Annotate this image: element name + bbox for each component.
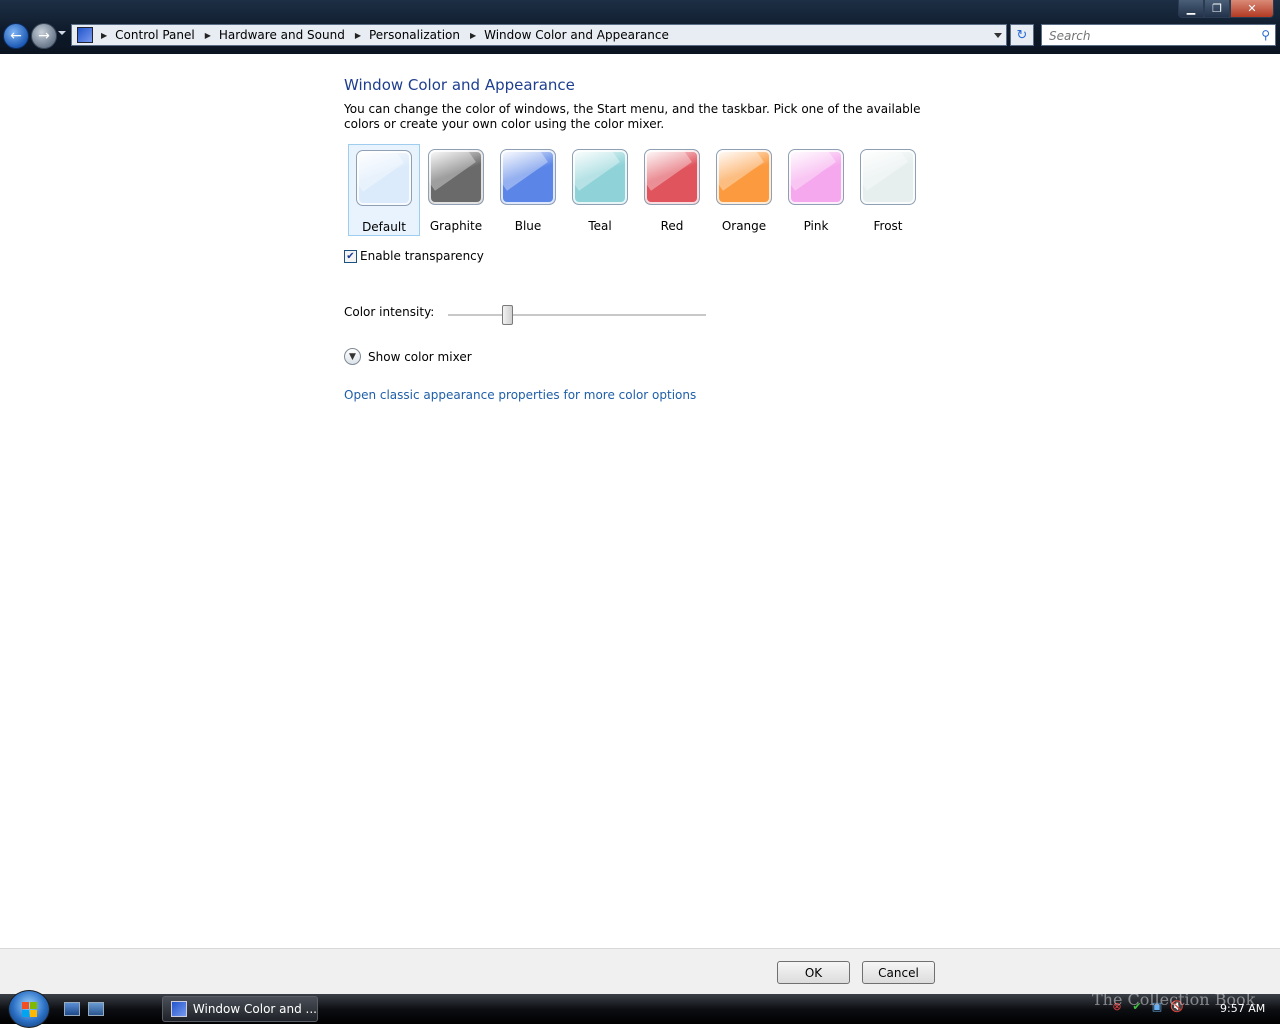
swatch-label: Frost [873, 219, 903, 233]
page-title: Window Color and Appearance [344, 76, 575, 94]
swatch-label: Blue [514, 219, 542, 233]
arrow-right-icon: → [38, 28, 50, 44]
refresh-button[interactable]: ↻ [1010, 24, 1034, 46]
refresh-icon: ↻ [1016, 27, 1028, 43]
color-mixer-toggle[interactable]: ▼ Show color mixer [344, 348, 472, 365]
swatch-label: Default [362, 220, 406, 234]
watermark: The Collection Book [1092, 990, 1256, 1009]
taskbar-window-label: Window Color and ... [192, 1002, 317, 1016]
search-icon[interactable]: ⚲ [1261, 28, 1270, 42]
page-description: You can change the color of windows, the… [344, 102, 921, 131]
control-panel-icon [171, 1001, 187, 1017]
address-dropdown-icon[interactable] [994, 33, 1002, 38]
back-button[interactable]: ← [3, 23, 29, 49]
search-box[interactable]: ⚲ [1041, 24, 1276, 46]
classic-appearance-link[interactable]: Open classic appearance properties for m… [344, 388, 696, 402]
swatch-red[interactable]: Red [636, 144, 708, 236]
transparency-option[interactable]: ✔ Enable transparency [344, 249, 484, 263]
chevron-right-icon[interactable]: ▶ [101, 31, 107, 40]
swatch-label: Red [660, 219, 684, 233]
start-button[interactable] [8, 990, 50, 1028]
transparency-checkbox[interactable]: ✔ [344, 249, 357, 263]
logo-pane-blue [21, 1009, 29, 1017]
chevron-right-icon[interactable]: ▶ [355, 31, 361, 40]
address-bar[interactable]: ▶ Control Panel ▶ Hardware and Sound ▶ P… [71, 24, 1007, 46]
ok-button[interactable]: OK [777, 961, 850, 984]
title-bar: ▁ ❐ ✕ ← → ▶ Control Panel ▶ Hardware and… [0, 0, 1280, 54]
chevron-right-icon[interactable]: ▶ [205, 31, 211, 40]
swatch-default[interactable]: Default [348, 144, 420, 236]
chevron-down-icon[interactable]: ▼ [344, 348, 361, 365]
show-desktop-icon[interactable] [64, 1002, 80, 1016]
breadcrumb-hardware-and-sound[interactable]: Hardware and Sound [219, 28, 345, 42]
maximize-button[interactable]: ❐ [1204, 0, 1230, 18]
swatch-teal[interactable]: Teal [564, 144, 636, 236]
breadcrumb-personalization[interactable]: Personalization [369, 28, 460, 42]
swatch-color-tile[interactable] [716, 149, 772, 205]
swatch-color-tile[interactable] [356, 150, 412, 206]
intensity-slider-track[interactable] [448, 314, 706, 317]
swatch-label: Teal [588, 219, 612, 233]
color-mixer-label[interactable]: Show color mixer [368, 350, 472, 364]
logo-pane-yellow [29, 1009, 37, 1017]
swatch-color-tile[interactable] [500, 149, 556, 205]
logo-pane-red [21, 1001, 29, 1009]
swatch-label: Orange [721, 219, 767, 233]
close-button[interactable]: ✕ [1230, 0, 1274, 18]
taskbar: Window Color and ... ⊗ ✔ ▣ 🔇 9:57 AM [0, 990, 1280, 1028]
swatch-frost[interactable]: Frost [852, 144, 924, 236]
dialog-button-panel: OK Cancel [0, 948, 1280, 995]
swatch-color-tile[interactable] [644, 149, 700, 205]
control-panel-icon [77, 27, 93, 43]
forward-button[interactable]: → [31, 23, 57, 49]
switch-windows-icon[interactable] [88, 1002, 104, 1016]
intensity-label: Color intensity: [344, 305, 435, 319]
minimize-button[interactable]: ▁ [1178, 0, 1204, 18]
chevron-right-icon[interactable]: ▶ [470, 31, 476, 40]
transparency-label[interactable]: Enable transparency [360, 249, 484, 263]
swatch-orange[interactable]: Orange [708, 144, 780, 236]
swatch-graphite[interactable]: Graphite [420, 144, 492, 236]
taskbar-window-button[interactable]: Window Color and ... [162, 996, 318, 1022]
window-controls: ▁ ❐ ✕ [1178, 0, 1274, 18]
breadcrumb-control-panel[interactable]: Control Panel [115, 28, 195, 42]
logo-pane-green [29, 1001, 37, 1009]
swatch-label: Pink [803, 219, 829, 233]
intensity-slider-thumb[interactable] [501, 305, 513, 325]
arrow-left-icon: ← [10, 28, 22, 44]
swatch-label: Graphite [429, 219, 483, 233]
recent-pages-dropdown[interactable] [58, 31, 66, 35]
swatch-color-tile[interactable] [572, 149, 628, 205]
swatch-color-tile[interactable] [428, 149, 484, 205]
cancel-button[interactable]: Cancel [862, 961, 935, 984]
swatch-blue[interactable]: Blue [492, 144, 564, 236]
swatch-color-tile[interactable] [860, 149, 916, 205]
swatch-pink[interactable]: Pink [780, 144, 852, 236]
color-swatches: Default Graphite Blue Teal Red Orange Pink Fros… [348, 144, 924, 236]
windows-logo-icon [21, 1001, 37, 1017]
search-input[interactable] [1047, 26, 1251, 46]
breadcrumb-window-color[interactable]: Window Color and Appearance [484, 28, 669, 42]
swatch-color-tile[interactable] [788, 149, 844, 205]
